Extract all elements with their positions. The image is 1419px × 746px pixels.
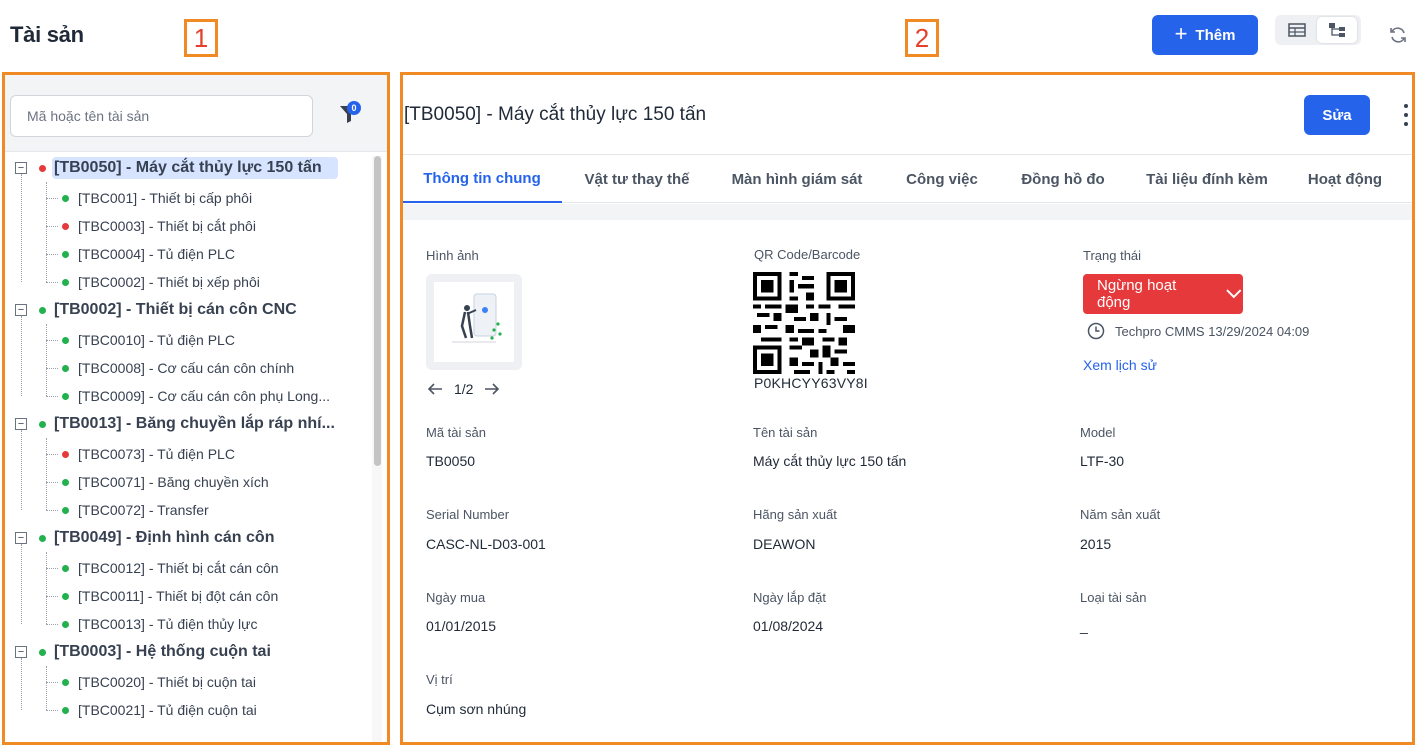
annotation-box-1: [2, 72, 390, 745]
page-title: Tài sản: [10, 22, 84, 47]
refresh-button[interactable]: [1387, 24, 1409, 46]
view-toggle: [1275, 15, 1361, 45]
table-view-button[interactable]: [1277, 17, 1317, 43]
add-button-label: Thêm: [1195, 26, 1236, 44]
add-button[interactable]: + Thêm: [1152, 15, 1258, 55]
asset-page: Tài sản 1 2 + Thêm 0 −[TB0050] - Máy cắt…: [0, 0, 1419, 746]
tree-icon: [1329, 23, 1345, 37]
refresh-icon: [1390, 27, 1406, 43]
annotation-label-2: 2: [905, 19, 939, 57]
tree-view-button[interactable]: [1317, 17, 1357, 43]
table-icon: [1288, 23, 1306, 37]
plus-icon: +: [1174, 21, 1188, 46]
annotation-box-2: [400, 72, 1415, 745]
annotation-label-1: 1: [184, 19, 218, 57]
